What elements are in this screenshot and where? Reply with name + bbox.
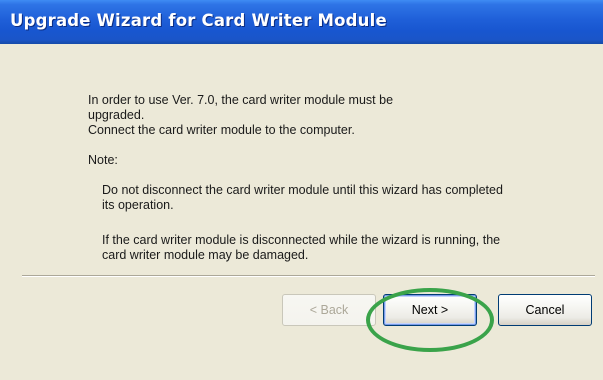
intro-line-1: In order to use Ver. 7.0, the card write… — [88, 93, 394, 107]
intro-line-2: upgraded. — [88, 108, 145, 122]
button-separator — [22, 275, 595, 277]
note-label: Note: — [88, 153, 118, 167]
window-title: Upgrade Wizard for Card Writer Module — [10, 11, 387, 30]
title-bar[interactable]: Upgrade Wizard for Card Writer Module — [0, 0, 603, 44]
wizard-window: Upgrade Wizard for Card Writer Module In… — [0, 0, 603, 380]
note-1-line-1: Do not disconnect the card writer module… — [102, 183, 503, 197]
next-button[interactable]: Next > — [383, 294, 477, 326]
note-1-line-2: its operation. — [102, 198, 174, 212]
cancel-button[interactable]: Cancel — [498, 294, 592, 326]
intro-line-3: Connect the card writer module to the co… — [88, 123, 355, 137]
note-2-line-2: card writer module may be damaged. — [102, 248, 309, 262]
note-2-line-1: If the card writer module is disconnecte… — [102, 233, 501, 247]
back-button[interactable]: < Back — [282, 294, 376, 326]
